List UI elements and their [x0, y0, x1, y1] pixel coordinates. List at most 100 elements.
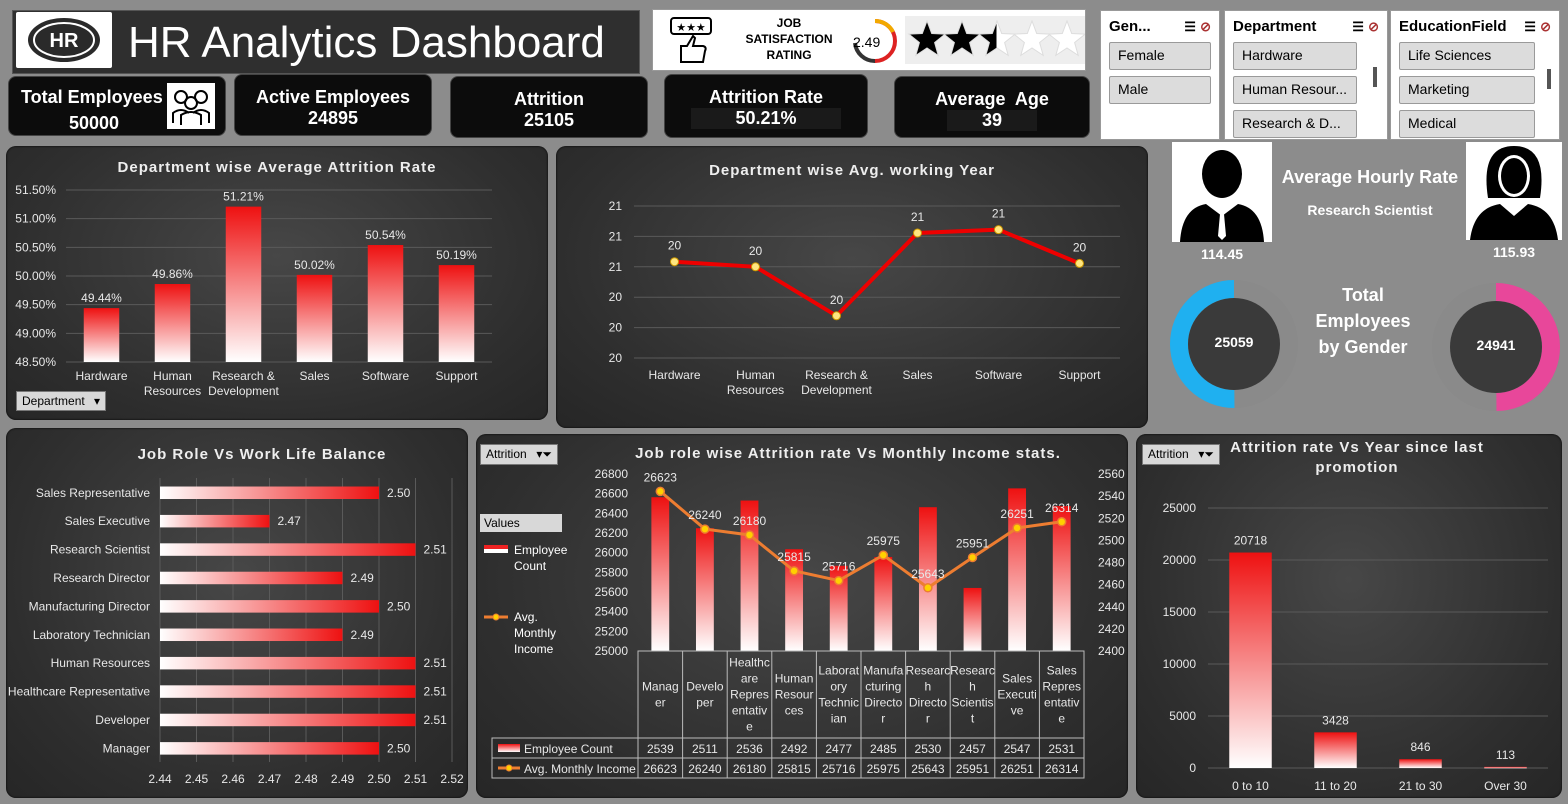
table-count-cell: 2485 — [870, 742, 897, 756]
table-category-label: Laborat — [818, 664, 859, 678]
job-satisfaction-card: ★★★ JOB SATISFACTION RATING 2.49 — [652, 9, 1086, 71]
income-point — [655, 486, 666, 497]
count-bar — [651, 497, 670, 651]
x-tick-label: Sales — [902, 368, 932, 382]
income-point — [789, 566, 799, 576]
table-income-cell: 26240 — [688, 762, 722, 776]
slicer-item-life-sciences[interactable]: Life Sciences — [1399, 42, 1535, 70]
y-tick-label: Manufacturing Director — [29, 599, 150, 613]
gender-slicer: Gen... ☰ ⊘ Female Male — [1100, 10, 1220, 140]
y-tick-label: Manager — [103, 741, 150, 755]
x-tick-label: Sales — [299, 369, 329, 383]
y-tick-label: 20000 — [1163, 553, 1197, 567]
income-point — [1056, 517, 1067, 527]
multi-select-icon[interactable]: ☰ — [1352, 19, 1364, 34]
table-category-label: r — [881, 712, 885, 726]
count-bar — [695, 528, 714, 651]
table-category-label: cturing — [865, 680, 901, 694]
job-satisfaction-value: 2.49 — [853, 34, 881, 50]
y-tick-label: 20 — [609, 290, 623, 304]
table-category-label: ve — [1011, 704, 1024, 718]
kpi-average-age: Average Age 39 — [894, 76, 1090, 138]
slicer-item-male[interactable]: Male — [1109, 76, 1211, 104]
y-left-tick-label: 26200 — [595, 526, 629, 540]
data-label: 846 — [1410, 740, 1430, 754]
data-label: 2.50 — [387, 741, 411, 755]
y-tick-label: 21 — [609, 199, 623, 213]
employees-group-icon — [167, 83, 215, 129]
clear-filter-icon[interactable]: ⊘ — [1540, 19, 1551, 34]
kpi-label: Attrition Rate — [709, 87, 823, 107]
income-data-label: 25716 — [822, 560, 856, 574]
x-tick-label: 21 to 30 — [1399, 779, 1443, 793]
bar — [160, 685, 416, 698]
bar — [1314, 732, 1357, 768]
multi-select-icon[interactable]: ☰ — [1524, 19, 1536, 34]
table-row-label: Avg. Monthly Income — [524, 762, 636, 776]
x-tick-label: 0 to 10 — [1232, 779, 1269, 793]
x-tick-label: 2.47 — [258, 772, 282, 786]
kpi-value: 50000 — [69, 113, 120, 133]
x-tick-label: Support — [1058, 368, 1101, 382]
table-category-label: Repres — [730, 688, 769, 702]
department-slicer: Department ☰ ⊘ Hardware Human Resour... R… — [1224, 10, 1388, 140]
income-data-label: 25975 — [867, 534, 901, 548]
clear-filter-icon[interactable]: ⊘ — [1368, 19, 1379, 34]
star-rating — [905, 16, 1085, 64]
table-income-cell: 26251 — [1000, 762, 1034, 776]
female-hourly-rate: 115.93 — [1492, 244, 1536, 260]
x-tick-label: Human — [736, 368, 775, 382]
kpi-active-employees: Active Employees 24895 — [234, 74, 432, 136]
table-category-label: t — [971, 712, 975, 726]
clear-filter-icon[interactable]: ⊘ — [1200, 19, 1211, 34]
x-tick-label: Resources — [727, 383, 784, 397]
department-filter-button[interactable]: Department ▾ — [16, 391, 106, 411]
promotion-chart: 0 5000 10000 15000 20000 25000 20718 0 to 10 342… — [1163, 501, 1548, 793]
kpi-label: Active Employees — [255, 87, 411, 107]
y-right-tick-label: 2560 — [1098, 467, 1125, 481]
income-point — [833, 575, 844, 586]
bar — [160, 571, 343, 585]
logo: HR — [16, 12, 112, 68]
table-category-label: r — [926, 712, 930, 726]
dept-working-year-chart: 20 20 20 21 21 21 20 Hardware 20 HumanResources 20… — [609, 199, 1120, 397]
data-point — [994, 225, 1003, 235]
slicer-scrollbar[interactable] — [1547, 69, 1551, 89]
table-income-cell: 26623 — [644, 762, 678, 776]
slicer-item-marketing[interactable]: Marketing — [1399, 76, 1535, 104]
bar — [160, 514, 270, 528]
slicer-item-hardware[interactable]: Hardware — [1233, 42, 1357, 70]
x-tick-label: Hardware — [648, 368, 700, 382]
y-left-tick-label: 26400 — [595, 506, 629, 520]
slicer-item-medical[interactable]: Medical — [1399, 110, 1535, 138]
x-tick-label: 2.46 — [221, 772, 245, 786]
gender-slicer-title: Gen... — [1109, 18, 1151, 35]
bar — [1229, 552, 1272, 768]
data-label: 2.51 — [424, 656, 448, 670]
y-right-tick-label: 2500 — [1098, 533, 1125, 547]
data-point — [670, 257, 679, 267]
slicer-item-human-resources[interactable]: Human Resour... — [1233, 76, 1357, 104]
bar — [83, 308, 120, 362]
bar — [438, 265, 475, 362]
table-category-label: e — [746, 720, 753, 734]
slicer-item-research[interactable]: Research & D... — [1233, 110, 1357, 138]
table-income-cell: 25716 — [822, 762, 856, 776]
kpi-value: 50.21% — [691, 108, 841, 129]
table-category-label: Develo — [686, 680, 724, 694]
table-category-label: Researc — [950, 664, 995, 678]
slicer-scrollbar[interactable] — [1373, 67, 1377, 87]
y-tick-label: Research Director — [53, 571, 150, 585]
multi-select-icon[interactable]: ☰ — [1184, 19, 1196, 34]
x-tick-label: Development — [801, 383, 872, 397]
slicer-item-female[interactable]: Female — [1109, 42, 1211, 70]
x-tick-label: Resources — [144, 384, 201, 398]
income-data-label: 25951 — [956, 536, 990, 550]
kpi-label: Total Employees — [21, 87, 163, 107]
x-tick-label: Software — [362, 369, 410, 383]
kpi-value: 24895 — [307, 108, 359, 128]
gender-total-label-3: by Gender — [1318, 337, 1408, 357]
table-category-label: Manag — [642, 680, 679, 694]
table-category-label: entativ — [732, 704, 767, 718]
x-tick-label: 2.50 — [367, 772, 391, 786]
